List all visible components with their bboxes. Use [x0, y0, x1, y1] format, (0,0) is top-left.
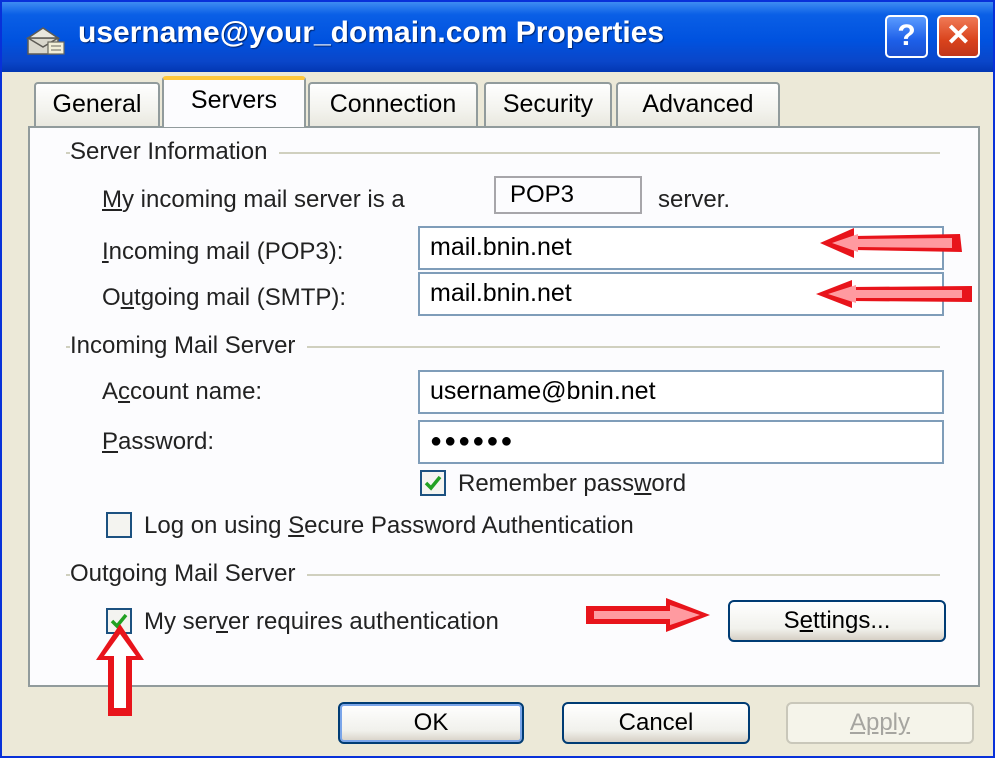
outgoing-mail-server-heading: Outgoing Mail Server [70, 560, 308, 588]
help-button[interactable]: ? [885, 15, 928, 58]
incoming-server-type-label: My incoming mail server is a [102, 186, 405, 213]
tab-general[interactable]: General [34, 82, 160, 126]
tab-connection[interactable]: Connection [308, 82, 478, 126]
window-title: username@your_domain.com Properties [78, 16, 665, 49]
close-button[interactable]: ✕ [937, 15, 980, 58]
account-name-label: Account name: [102, 378, 263, 405]
annotation-arrow-up-icon [96, 624, 144, 716]
mail-account-icon [26, 27, 65, 55]
checkmark-icon [424, 475, 442, 491]
remember-password-label: Remember password [458, 470, 687, 497]
ok-button[interactable]: OK [338, 702, 524, 744]
secure-password-auth-label: Log on using Secure Password Authenticat… [144, 512, 634, 539]
server-type-suffix: server. [658, 186, 731, 213]
incoming-mail-label: Incoming mail (POP3): [102, 238, 344, 265]
tab-security[interactable]: Security [484, 82, 612, 126]
annotation-arrow-right-icon [586, 598, 710, 632]
tab-advanced[interactable]: Advanced [616, 82, 780, 126]
tab-servers[interactable]: Servers [162, 76, 306, 127]
outgoing-mail-label: Outgoing mail (SMTP): [102, 284, 347, 311]
cancel-button[interactable]: Cancel [562, 702, 750, 744]
secure-password-auth-checkbox[interactable] [106, 512, 132, 538]
settings-button[interactable]: Settings... [728, 600, 946, 642]
account-name-input[interactable]: username@bnin.net [418, 370, 944, 414]
incoming-mail-server-heading: Incoming Mail Server [70, 332, 308, 360]
title-bar[interactable]: username@your_domain.com Properties ? ✕ [2, 2, 993, 72]
servers-tab-panel: Server Information My incoming mail serv… [28, 126, 980, 687]
remember-password-checkbox[interactable] [420, 470, 446, 496]
apply-button[interactable]: Apply [786, 702, 974, 744]
server-type-value: POP3 [494, 176, 642, 214]
server-requires-auth-label: My server requires authentication [144, 608, 499, 635]
password-label: Password: [102, 428, 215, 455]
properties-dialog: username@your_domain.com Properties ? ✕ … [0, 0, 995, 758]
annotation-arrow-left-icon [820, 228, 962, 258]
password-input[interactable]: ●●●●●● [418, 420, 944, 464]
server-information-heading: Server Information [70, 138, 280, 166]
annotation-arrow-left-icon [816, 280, 972, 308]
